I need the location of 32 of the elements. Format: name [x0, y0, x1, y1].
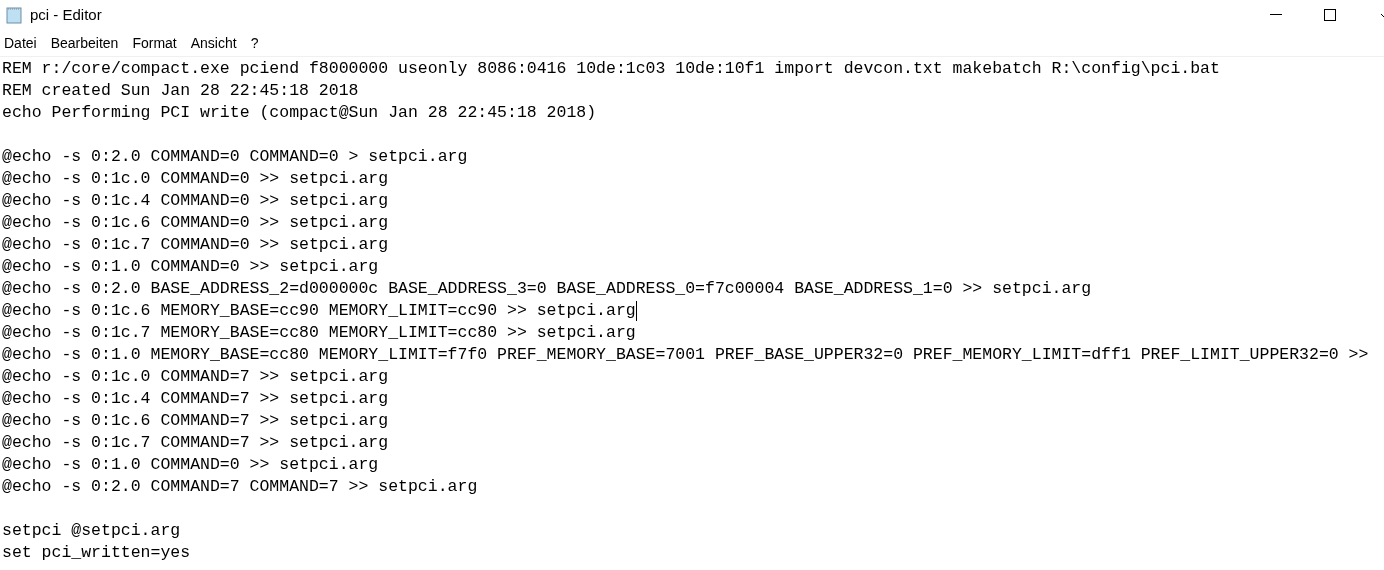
code-line: echo Performing PCI write (compact@Sun Jan 28 22:45:18 2018) [2, 102, 597, 124]
notepad-icon [5, 6, 23, 24]
code-line: @echo -s 0:1c.6 MEMORY_BASE=cc90 MEMORY_LIMIT=cc90 >> setpci.arg [2, 300, 636, 322]
code-line: @echo -s 0:1c.7 MEMORY_BASE=cc80 MEMORY_LIMIT=cc80 >> setpci.arg [2, 322, 636, 344]
code-line: @echo -s 0:1c.4 COMMAND=0 >> setpci.arg [2, 190, 389, 212]
code-line: set pci_written=yes [2, 542, 191, 564]
code-line: @echo -s 0:1.0 COMMAND=0 >> setpci.arg [2, 454, 379, 476]
code-line: REM created Sun Jan 28 22:45:18 2018 [2, 80, 359, 102]
code-line: setpci @setpci.arg [2, 520, 181, 542]
window-title: pci - Editor [30, 4, 102, 25]
code-line: @echo -s 0:1.0 MEMORY_BASE=cc80 MEMORY_LIMIT=f7f0 PREF_MEMORY_BASE=7001 PREF_BASE_UPPER32=0 PREF_MEMORY_LIMIT=dff1 PREF_LIMIT_UPPER32=0 >> [2, 344, 1369, 366]
menu-item[interactable]: Format [132, 32, 177, 54]
text-cursor [635, 301, 637, 321]
menu-item[interactable]: Ansicht [190, 32, 237, 54]
menu-item[interactable]: Datei [4, 32, 37, 54]
code-line: @echo -s 0:1c.6 COMMAND=7 >> setpci.arg [2, 410, 389, 432]
code-line: @echo -s 0:1c.7 COMMAND=7 >> setpci.arg [2, 432, 389, 454]
menu-item[interactable]: Bearbeiten [50, 32, 119, 54]
code-line: @echo -s 0:2.0 COMMAND=7 COMMAND=7 >> setpci.arg [2, 476, 478, 498]
code-line: @echo -s 0:1c.0 COMMAND=0 >> setpci.arg [2, 168, 389, 190]
code-line: @echo -s 0:2.0 BASE_ADDRESS_2=d000000c BASE_ADDRESS_3=0 BASE_ADDRESS_0=f7c00004 BASE_ADDRESS_1=0 >> setpci.arg [2, 278, 1092, 300]
menu-item[interactable]: ? [250, 32, 259, 54]
code-line: @echo -s 0:1c.0 COMMAND=7 >> setpci.arg [2, 366, 389, 388]
code-line: REM r:/core/compact.exe pciend f8000000 useonly 8086:0416 10de:1c03 10de:10f1 import devcon.txt makebatch R:\config\pci.bat [2, 58, 1220, 80]
code-line: @echo -s 0:1c.7 COMMAND=0 >> setpci.arg [2, 234, 389, 256]
code-line: @echo -s 0:1.0 COMMAND=0 >> setpci.arg [2, 256, 379, 278]
close-icon [1381, 13, 1384, 17]
code-line: @echo -s 0:1c.4 COMMAND=7 >> setpci.arg [2, 388, 389, 410]
maximize-icon [1324, 9, 1336, 21]
minimize-icon [1270, 14, 1282, 16]
code-line: @echo -s 0:2.0 COMMAND=0 COMMAND=0 > setpci.arg [2, 146, 468, 168]
code-line: @echo -s 0:1c.6 COMMAND=0 >> setpci.arg [2, 212, 389, 234]
